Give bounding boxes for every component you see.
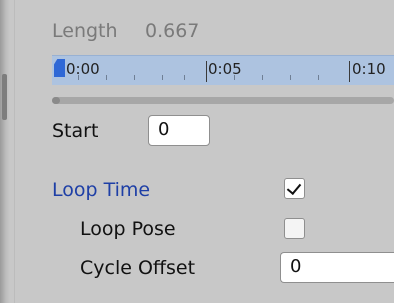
timeline-ruler[interactable]: 0:00 0:05 0:10 bbox=[52, 55, 394, 85]
timeline-scrollbar[interactable] bbox=[52, 97, 394, 104]
timeline-label-2: 0:10 bbox=[352, 60, 386, 78]
timeline-tick bbox=[184, 75, 185, 80]
timeline-major-tick bbox=[206, 61, 207, 82]
resize-handle[interactable] bbox=[2, 74, 7, 120]
loop-time-label: Loop Time bbox=[52, 179, 151, 201]
timeline-major-tick bbox=[349, 61, 350, 82]
panel-left-edge bbox=[0, 0, 10, 303]
loop-pose-label: Loop Pose bbox=[80, 218, 176, 240]
timeline-tick bbox=[162, 75, 163, 80]
timeline-tick bbox=[78, 75, 79, 80]
loop-pose-checkbox[interactable] bbox=[284, 218, 305, 239]
timeline-tick bbox=[234, 75, 235, 80]
timeline-label-1: 0:05 bbox=[208, 60, 242, 78]
timeline-scrollbar-handle[interactable] bbox=[52, 97, 60, 104]
start-label: Start bbox=[52, 120, 99, 142]
cycle-offset-label: Cycle Offset bbox=[80, 257, 196, 279]
loop-time-checkbox[interactable] bbox=[284, 178, 305, 199]
timeline-label-0: 0:00 bbox=[66, 60, 100, 78]
start-field[interactable]: 0 bbox=[148, 115, 210, 146]
timeline-tick bbox=[106, 75, 107, 80]
playhead-marker-icon[interactable] bbox=[54, 59, 65, 77]
timeline-tick bbox=[262, 75, 263, 80]
length-value: 0.667 bbox=[145, 20, 200, 42]
inspector-panel: Length 0.667 0:00 0:05 0:10 Start 0 Loop… bbox=[0, 0, 394, 303]
checkmark-icon bbox=[286, 179, 302, 196]
length-label: Length bbox=[52, 20, 118, 42]
timeline-tick bbox=[290, 75, 291, 80]
cycle-offset-field[interactable]: 0 bbox=[280, 252, 394, 283]
indent-guide bbox=[14, 0, 15, 303]
timeline-tick bbox=[318, 75, 319, 80]
timeline-tick bbox=[134, 75, 135, 80]
